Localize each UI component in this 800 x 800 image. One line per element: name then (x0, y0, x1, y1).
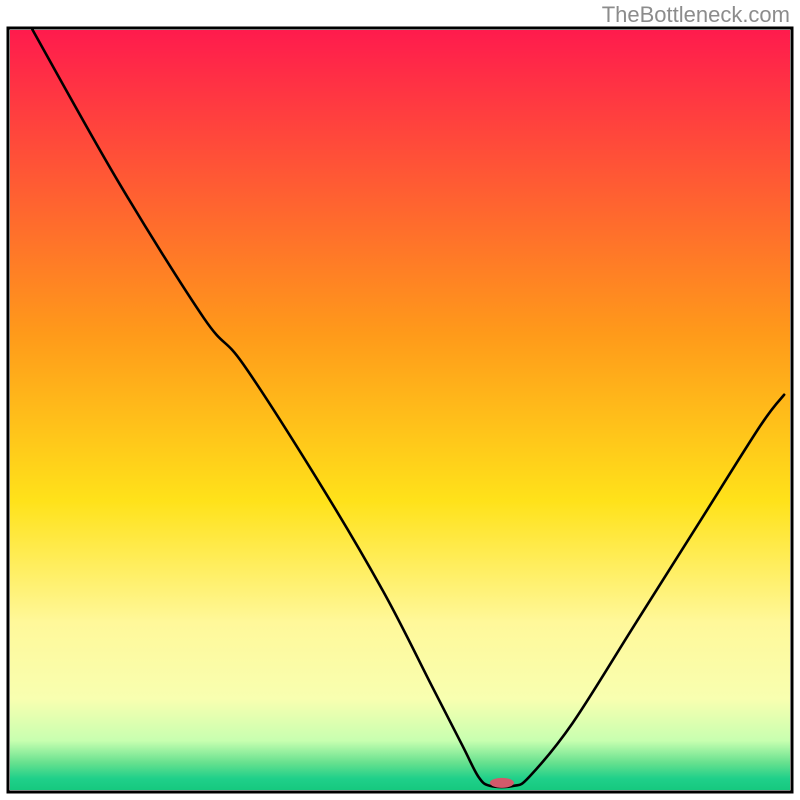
chart-container: TheBottleneck.com (0, 0, 800, 800)
watermark-label: TheBottleneck.com (602, 2, 790, 28)
optimal-marker (490, 778, 514, 788)
plot-background (10, 30, 790, 790)
bottleneck-chart (0, 0, 800, 800)
